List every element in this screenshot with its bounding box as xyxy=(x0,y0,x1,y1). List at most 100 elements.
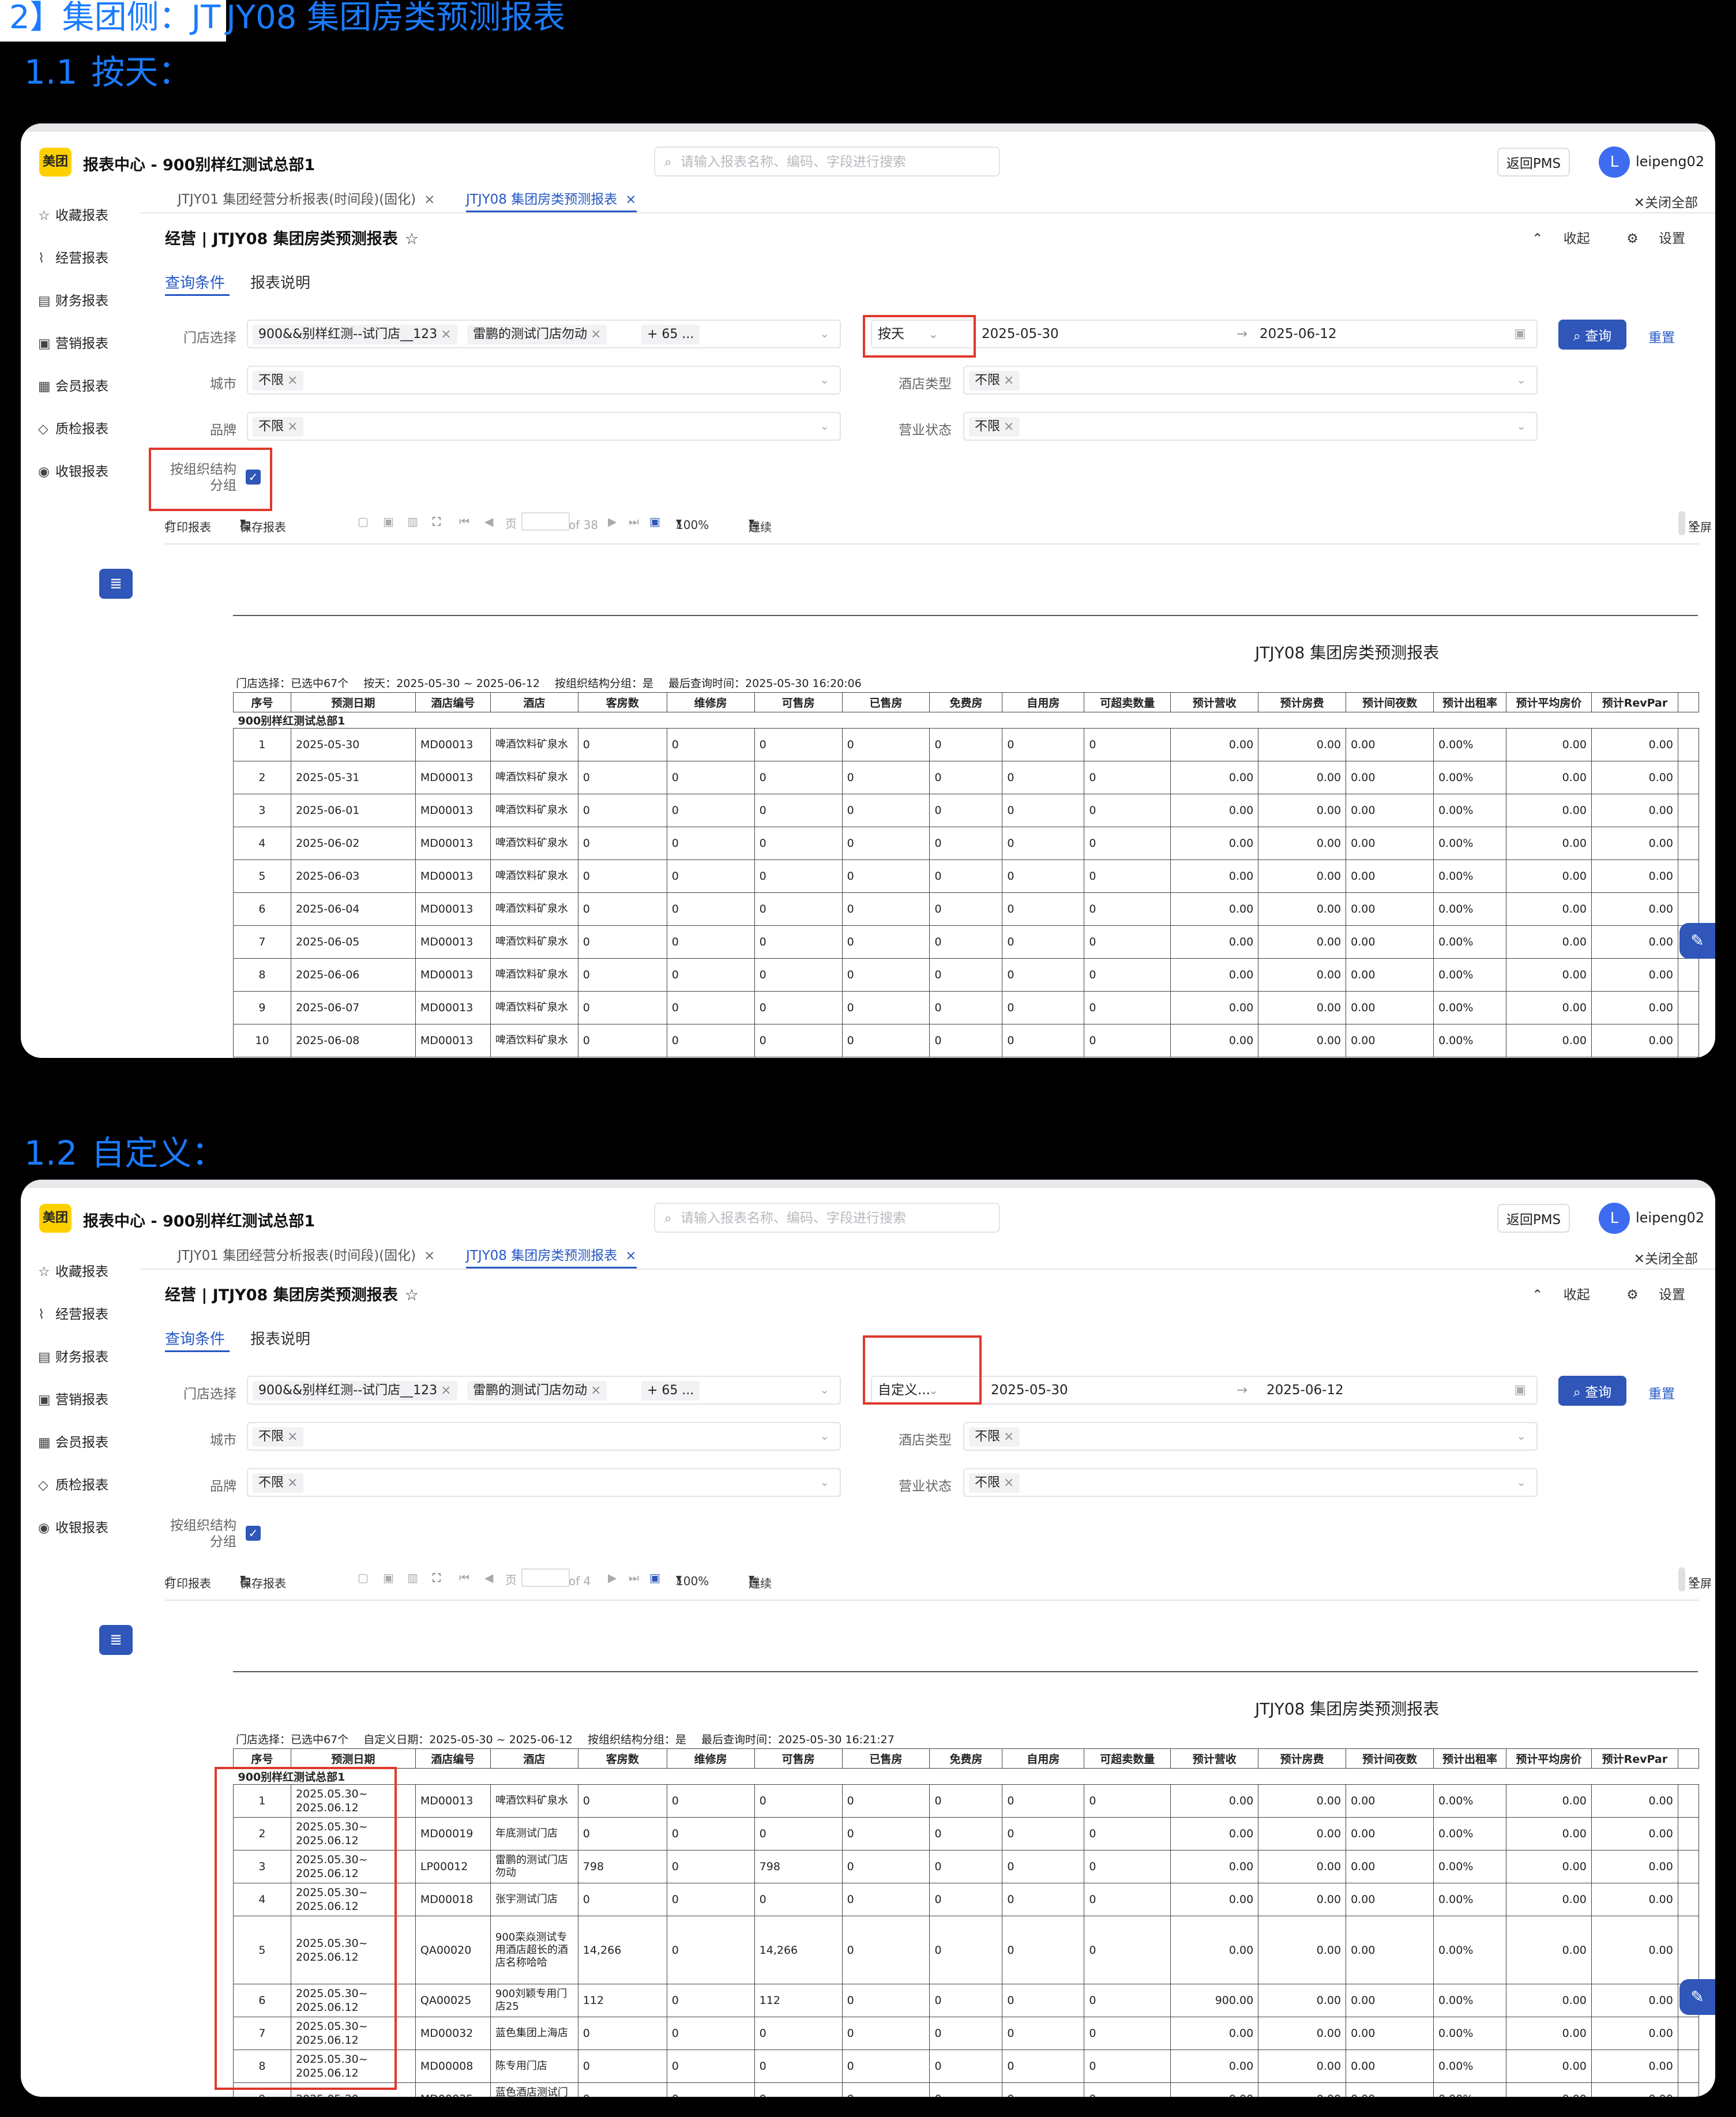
copy-icon[interactable]: ▣ xyxy=(383,515,394,528)
settings-button[interactable]: ⚙ 设置 xyxy=(1610,1288,1685,1303)
sidebar-item-quality[interactable]: ◇ 质检报表 xyxy=(38,1474,108,1493)
first-page-icon[interactable]: ⏮ xyxy=(459,1571,469,1585)
business-status-select[interactable]: 不限 × ⌄ xyxy=(963,1468,1538,1497)
group-by-org-checkbox[interactable]: ✓ xyxy=(246,1526,261,1541)
close-icon[interactable]: × xyxy=(424,192,435,207)
city-select[interactable]: 不限 × ⌄ xyxy=(247,1422,841,1451)
search-input[interactable] xyxy=(681,151,992,173)
page-number-input[interactable] xyxy=(521,512,570,531)
back-to-pms-button[interactable]: 返回PMS xyxy=(1497,148,1570,177)
tab-jtjy08[interactable]: JTJY08 集团房类预测报表 × xyxy=(466,1243,637,1268)
sidebar-item-cashier[interactable]: ◉ 收银报表 xyxy=(38,1517,108,1536)
close-all-tabs[interactable]: ✕关闭全部 xyxy=(1634,1248,1698,1267)
sidebar-item-operations[interactable]: ⌇ 经营报表 xyxy=(38,1303,108,1323)
close-icon[interactable]: × xyxy=(287,373,298,388)
username[interactable]: leipeng02 xyxy=(1636,1210,1704,1226)
close-icon[interactable]: × xyxy=(441,327,451,341)
prev-page-icon[interactable]: ◀ xyxy=(484,1571,493,1585)
sidebar-item-members[interactable]: ▦ 会员报表 xyxy=(38,375,108,395)
collapse-button[interactable]: ⌃ 收起 xyxy=(1516,1288,1590,1303)
close-all-tabs[interactable]: ✕关闭全部 xyxy=(1634,192,1698,211)
close-icon[interactable]: × xyxy=(591,1383,601,1398)
next-page-icon[interactable]: ▶ xyxy=(608,515,617,528)
tab-jtjy01[interactable]: JTJY01 集团经营分析报表(时间段)(固化) × xyxy=(178,1243,435,1268)
brand-select[interactable]: 不限 × ⌄ xyxy=(247,1468,841,1497)
favorite-star-icon[interactable]: ☆ xyxy=(405,230,419,248)
store-more-tag[interactable]: + 65 ... xyxy=(641,325,700,344)
avatar[interactable]: L xyxy=(1599,147,1630,178)
view-mode-select[interactable]: ▤ 连续 ▾ xyxy=(749,515,772,534)
tab-query-conditions[interactable]: 查询条件 xyxy=(165,271,225,292)
store-more-tag[interactable]: + 65 ... xyxy=(641,1381,700,1401)
thumbnail-icon[interactable]: ▣ xyxy=(649,515,660,528)
sidebar-item-favorites[interactable]: ☆ 收藏报表 xyxy=(38,1260,108,1280)
sidebar-item-members[interactable]: ▦ 会员报表 xyxy=(38,1431,108,1451)
thumbnail-icon[interactable]: ▣ xyxy=(649,1571,660,1585)
report-scrollbar[interactable] xyxy=(1678,511,1685,535)
binoculars-icon[interactable]: ⛶ xyxy=(433,515,441,528)
sidebar-toggle-button[interactable]: ≣ xyxy=(99,1625,133,1655)
first-page-icon[interactable]: ⏮ xyxy=(459,515,469,528)
close-icon[interactable]: × xyxy=(287,1476,298,1490)
prev-page-icon[interactable]: ◀ xyxy=(484,515,493,528)
tab-report-description[interactable]: 报表说明 xyxy=(250,1327,310,1349)
sidebar-item-marketing[interactable]: ▣ 营销报表 xyxy=(38,1388,108,1408)
close-icon[interactable]: × xyxy=(625,1248,636,1263)
sidebar-item-finance[interactable]: ▤ 财务报表 xyxy=(38,1346,108,1365)
close-icon[interactable]: × xyxy=(625,192,636,207)
date-start-input[interactable]: 2025-05-30 xyxy=(991,1383,1068,1398)
tab-report-description[interactable]: 报表说明 xyxy=(250,271,310,292)
reset-button[interactable]: 重置 xyxy=(1648,1383,1675,1402)
close-icon[interactable]: × xyxy=(287,419,298,434)
date-end-input[interactable]: 2025-06-12 xyxy=(1267,1383,1344,1398)
city-select[interactable]: 不限 × ⌄ xyxy=(247,366,841,395)
store-select[interactable]: 900&&别样红测--试门店__123 × 雷鹏的测试门店勿动 × + 65 ...… xyxy=(247,320,841,348)
close-icon[interactable]: × xyxy=(424,1248,435,1263)
date-start-input[interactable]: 2025-05-30 xyxy=(982,326,1059,341)
query-button[interactable]: ⌕ 查询 xyxy=(1558,320,1626,350)
sidebar-toggle-button[interactable]: ≣ xyxy=(99,569,133,599)
next-page-icon[interactable]: ▶ xyxy=(608,1571,617,1585)
report-scrollbar[interactable] xyxy=(1678,1567,1685,1591)
sidebar-item-cashier[interactable]: ◉ 收银报表 xyxy=(38,460,108,480)
copy-icon[interactable]: ▣ xyxy=(383,1571,394,1585)
save-button[interactable]: ▤ 保存报表 ▾ xyxy=(240,515,286,534)
zoom-select[interactable]: ⌕ 100% ▾ xyxy=(676,1571,709,1588)
close-icon[interactable]: × xyxy=(1004,1476,1014,1490)
sidebar-item-quality[interactable]: ◇ 质检报表 xyxy=(38,418,108,437)
feedback-button[interactable]: ✎ xyxy=(1679,1979,1715,2015)
tab-jtjy01[interactable]: JTJY01 集团经营分析报表(时间段)(固化) × xyxy=(178,187,435,212)
close-icon[interactable]: × xyxy=(441,1383,451,1398)
close-icon[interactable]: × xyxy=(591,327,601,341)
sidebar-item-marketing[interactable]: ▣ 营销报表 xyxy=(38,332,108,352)
close-icon[interactable]: × xyxy=(1004,419,1014,434)
binoculars-icon[interactable]: ⛶ xyxy=(433,1571,441,1585)
back-to-pms-button[interactable]: 返回PMS xyxy=(1497,1204,1570,1233)
close-icon[interactable]: × xyxy=(287,1429,298,1444)
favorite-star-icon[interactable]: ☆ xyxy=(405,1286,419,1304)
tab-jtjy08[interactable]: JTJY08 集团房类预测报表 × xyxy=(466,187,637,212)
zoom-select[interactable]: ⌕ 100% ▾ xyxy=(676,515,709,532)
close-icon[interactable]: × xyxy=(1004,373,1014,388)
close-icon[interactable]: × xyxy=(1004,1429,1014,1444)
query-button[interactable]: ⌕ 查询 xyxy=(1558,1376,1626,1406)
store-select[interactable]: 900&&别样红测--试门店__123 × 雷鹏的测试门店勿动 × + 65 ...… xyxy=(247,1376,841,1405)
last-page-icon[interactable]: ⏭ xyxy=(629,1571,639,1585)
sidebar-item-favorites[interactable]: ☆ 收藏报表 xyxy=(38,204,108,224)
export-icon[interactable]: ▢ xyxy=(358,515,369,528)
date-end-input[interactable]: 2025-06-12 xyxy=(1260,326,1337,341)
feedback-button[interactable]: ✎ xyxy=(1679,923,1715,959)
view-mode-select[interactable]: ▤ 连续 ▾ xyxy=(749,1571,772,1590)
brand-select[interactable]: 不限 × ⌄ xyxy=(247,412,841,441)
username[interactable]: leipeng02 xyxy=(1636,153,1704,170)
duplicate-icon[interactable]: ▥ xyxy=(407,1571,418,1585)
save-button[interactable]: ▤ 保存报表 ▾ xyxy=(240,1571,286,1590)
hotel-type-select[interactable]: 不限 × ⌄ xyxy=(963,366,1538,395)
export-icon[interactable]: ▢ xyxy=(358,1571,369,1585)
page-number-input[interactable] xyxy=(521,1568,570,1587)
tab-query-conditions[interactable]: 查询条件 xyxy=(165,1327,225,1349)
search-input[interactable] xyxy=(681,1207,992,1229)
collapse-button[interactable]: ⌃ 收起 xyxy=(1516,231,1590,246)
business-status-select[interactable]: 不限 × ⌄ xyxy=(963,412,1538,441)
last-page-icon[interactable]: ⏭ xyxy=(629,515,639,528)
